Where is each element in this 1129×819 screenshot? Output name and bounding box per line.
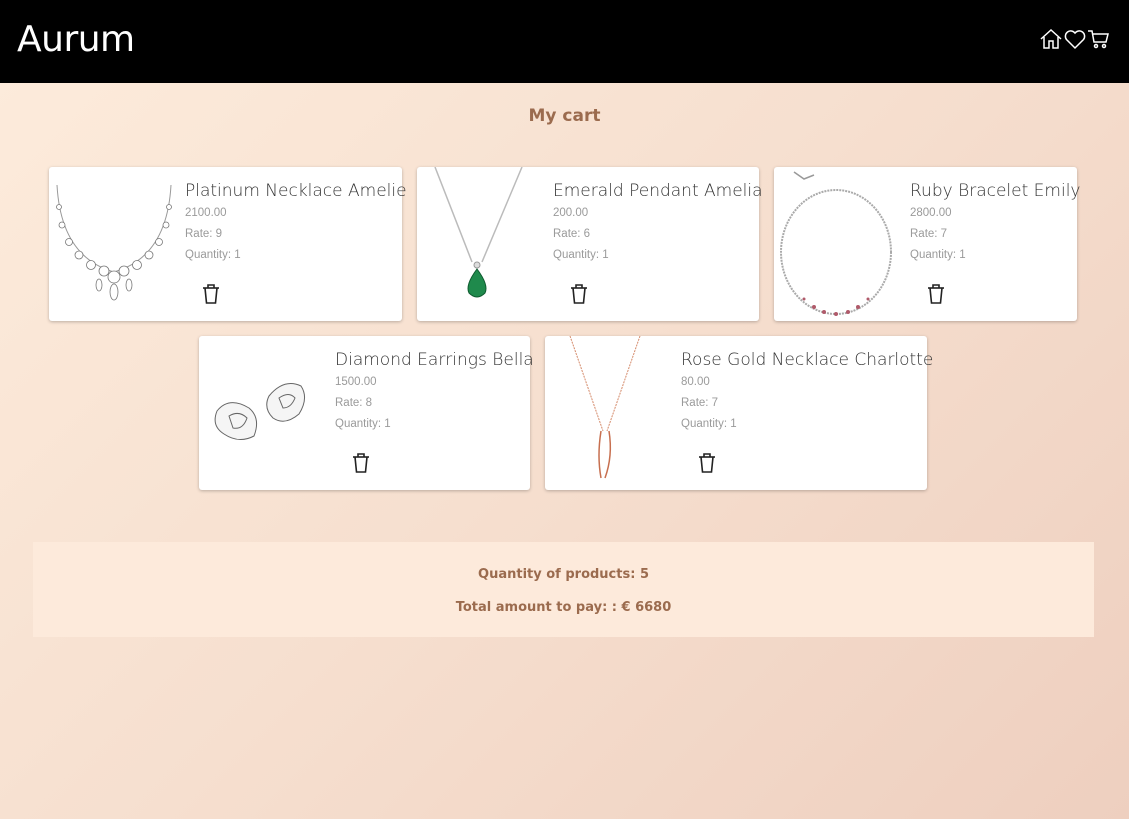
product-quantity: Quantity: 1	[910, 249, 966, 261]
product-name[interactable]: Emerald Pendant Amelia	[553, 181, 763, 201]
cart-item-card: Rose Gold Necklace Charlotte 80.00 Rate:…	[545, 335, 933, 490]
product-quantity: Quantity: 1	[681, 418, 737, 430]
home-icon[interactable]	[1039, 27, 1063, 51]
trash-icon[interactable]	[697, 452, 717, 474]
page-title: My cart	[528, 106, 601, 126]
product-price: 80.00	[681, 376, 710, 388]
cart-icon[interactable]	[1087, 27, 1111, 51]
diamond-earrings-image	[199, 336, 329, 490]
products-quantity: Quantity of products: 5	[478, 567, 649, 582]
product-name[interactable]: Diamond Earrings Bella	[335, 350, 534, 370]
product-rate: Rate: 7	[910, 228, 948, 240]
product-quantity: Quantity: 1	[553, 249, 609, 261]
cart-item-card: Ruby Bracelet Emily 2800.00 Rate: 7 Quan…	[774, 167, 1080, 321]
diamond-necklace-image	[49, 167, 179, 321]
trash-icon[interactable]	[569, 283, 589, 305]
top-navbar: Aurum	[0, 0, 1129, 83]
product-name[interactable]: Platinum Necklace Amelie	[185, 181, 407, 201]
trash-icon[interactable]	[201, 283, 221, 305]
product-rate: Rate: 6	[553, 228, 591, 240]
product-quantity: Quantity: 1	[185, 249, 241, 261]
trash-icon[interactable]	[351, 452, 371, 474]
product-name[interactable]: Ruby Bracelet Emily	[910, 181, 1080, 201]
cart-item-card: Platinum Necklace Amelie 2100.00 Rate: 9…	[49, 167, 407, 321]
cart-summary: Quantity of products: 5 Total amount to …	[33, 542, 1094, 637]
product-price: 2100.00	[185, 207, 227, 219]
heart-icon[interactable]	[1063, 27, 1087, 51]
ruby-bracelet-image	[774, 167, 904, 321]
product-price: 2800.00	[910, 207, 952, 219]
product-rate: Rate: 7	[681, 397, 719, 409]
product-price: 1500.00	[335, 376, 377, 388]
cart-item-card: Diamond Earrings Bella 1500.00 Rate: 8 Q…	[199, 336, 534, 490]
emerald-pendant-image	[417, 166, 547, 321]
rose-gold-necklace-image	[545, 335, 675, 490]
trash-icon[interactable]	[926, 283, 946, 305]
product-rate: Rate: 8	[335, 397, 373, 409]
brand-logo[interactable]: Aurum	[17, 18, 135, 62]
product-price: 200.00	[553, 207, 589, 219]
cart-item-card: Emerald Pendant Amelia 200.00 Rate: 6 Qu…	[417, 166, 763, 321]
total-amount: Total amount to pay: : € 6680	[455, 600, 672, 615]
product-quantity: Quantity: 1	[335, 418, 391, 430]
product-rate: Rate: 9	[185, 228, 223, 240]
product-name[interactable]: Rose Gold Necklace Charlotte	[681, 350, 933, 370]
nav-icons	[1039, 27, 1111, 51]
